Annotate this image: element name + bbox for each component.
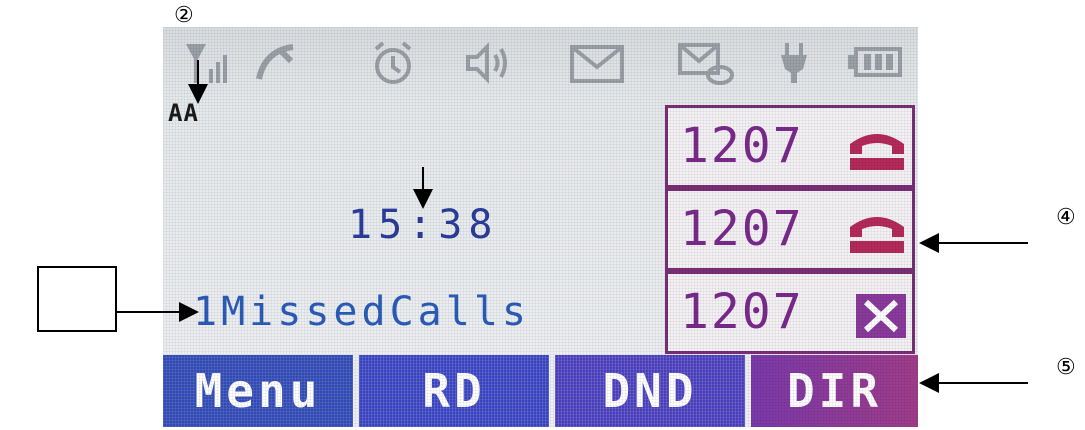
line-key-1[interactable]: 1207 xyxy=(665,105,915,188)
handset-icon xyxy=(850,134,904,170)
line-key-label: 1207 xyxy=(680,201,804,257)
softkey-dir[interactable]: DIR xyxy=(751,355,918,427)
softkey-dnd[interactable]: DND xyxy=(555,355,745,427)
voicemail-icon xyxy=(678,43,734,85)
missed-call-icon xyxy=(256,44,294,80)
phone-lcd-screen: AA 15:38 1MissedCalls 1207 1207 1207 Men… xyxy=(163,27,918,427)
message-icon xyxy=(570,45,624,83)
callout-2: ② xyxy=(174,3,194,28)
input-mode-indicator: AA xyxy=(168,99,199,127)
alarm-clock-icon xyxy=(374,41,412,84)
callout-5: ⑤ xyxy=(1056,355,1076,380)
softkey-rd[interactable]: RD xyxy=(359,355,549,427)
line-key-2[interactable]: 1207 xyxy=(665,188,915,271)
line-key-label: 1207 xyxy=(680,284,804,340)
line-key-3[interactable]: 1207 xyxy=(665,271,915,354)
cross-icon xyxy=(856,294,906,338)
signal-antenna-icon xyxy=(186,44,227,83)
clock-time: 15:38 xyxy=(348,202,499,248)
handset-icon xyxy=(850,217,904,253)
power-plug-icon xyxy=(781,43,807,83)
callout-4: ④ xyxy=(1056,205,1076,230)
line-key-label: 1207 xyxy=(680,118,804,174)
softkey-menu[interactable]: Menu xyxy=(163,355,353,427)
callout-1-box xyxy=(37,266,117,332)
softkey-bar: Menu RD DND DIR xyxy=(163,355,918,427)
missed-calls-notice[interactable]: 1MissedCalls xyxy=(193,289,530,335)
battery-icon xyxy=(848,47,902,77)
speaker-icon xyxy=(466,42,507,84)
